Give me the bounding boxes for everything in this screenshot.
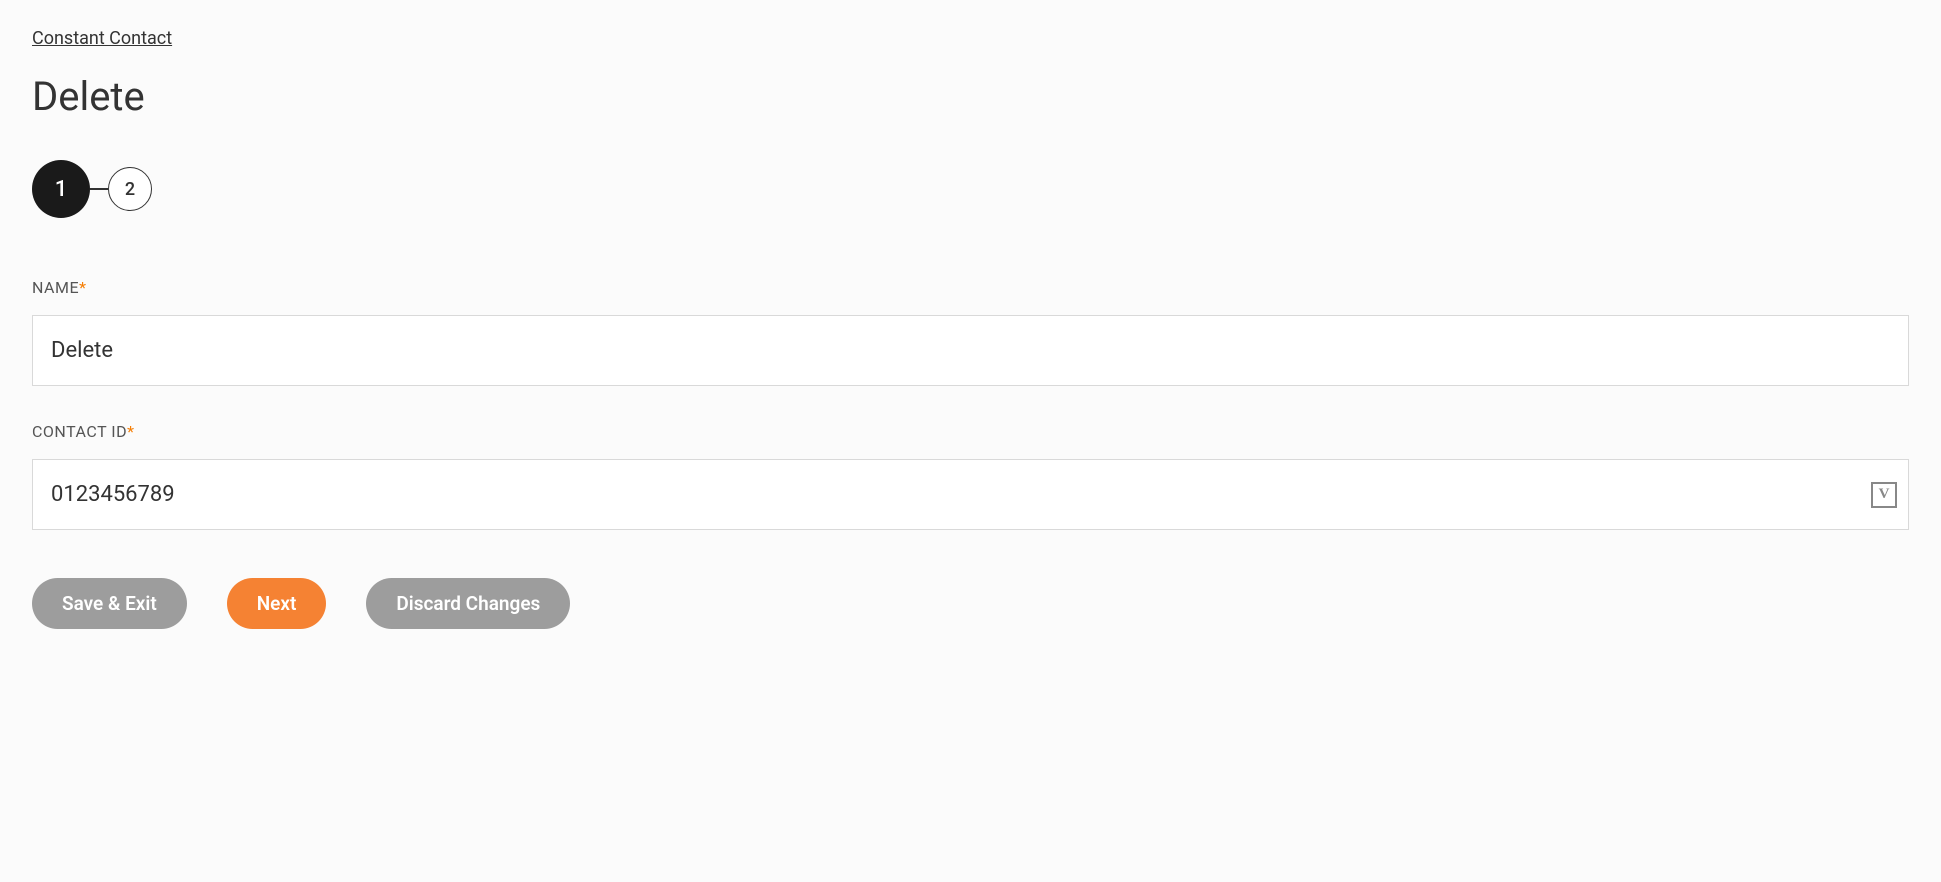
discard-changes-button[interactable]: Discard Changes bbox=[366, 578, 570, 629]
name-input[interactable] bbox=[32, 315, 1909, 386]
step-1-indicator[interactable]: 1 bbox=[32, 160, 90, 218]
name-field-group: NAME* bbox=[32, 278, 1909, 386]
step-connector bbox=[90, 188, 108, 190]
required-asterisk-icon: * bbox=[127, 422, 134, 441]
name-label-text: NAME bbox=[32, 278, 79, 297]
variable-picker-icon[interactable]: V bbox=[1871, 482, 1897, 508]
contact-id-input[interactable] bbox=[32, 459, 1909, 530]
page-title: Delete bbox=[32, 73, 1909, 120]
contact-id-field-group: CONTACT ID* V bbox=[32, 422, 1909, 530]
save-and-exit-button[interactable]: Save & Exit bbox=[32, 578, 187, 629]
action-button-row: Save & Exit Next Discard Changes bbox=[32, 578, 1909, 629]
contact-id-label-text: CONTACT ID bbox=[32, 422, 127, 441]
name-label: NAME* bbox=[32, 278, 1909, 297]
contact-id-label: CONTACT ID* bbox=[32, 422, 1909, 441]
step-2-indicator[interactable]: 2 bbox=[108, 167, 152, 211]
breadcrumb-link[interactable]: Constant Contact bbox=[32, 28, 172, 49]
wizard-stepper: 1 2 bbox=[32, 160, 1909, 218]
next-button[interactable]: Next bbox=[227, 578, 327, 629]
required-asterisk-icon: * bbox=[79, 278, 86, 297]
